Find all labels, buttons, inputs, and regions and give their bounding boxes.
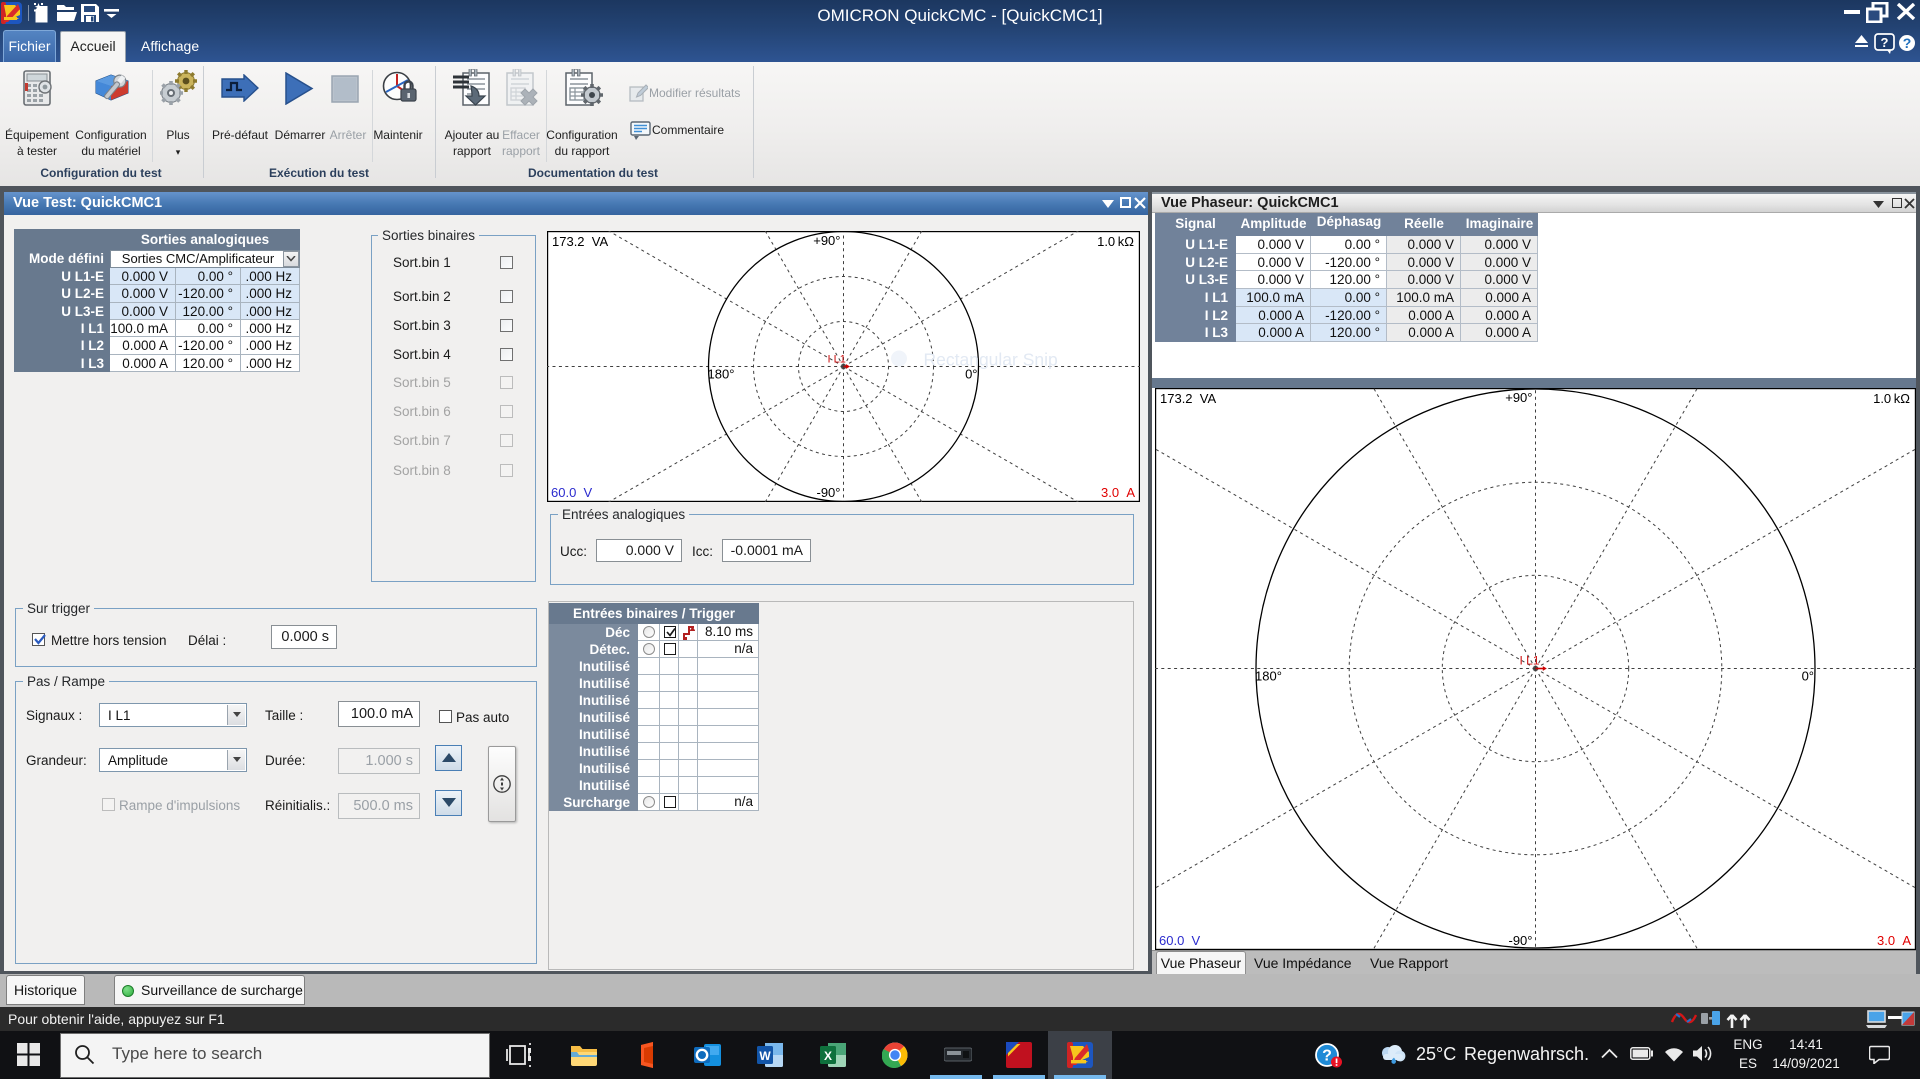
svg-text:X: X (824, 1049, 832, 1063)
svg-text:?: ? (1881, 35, 1889, 50)
svg-text:I L1: I L1 (1520, 654, 1540, 668)
svg-text:?: ? (1322, 1048, 1332, 1065)
svg-text:173.2 VA: 173.2 VA (552, 234, 608, 249)
svg-text:-90°: -90° (817, 485, 841, 500)
svg-text:+90°: +90° (1505, 390, 1532, 405)
svg-text:60.0 V: 60.0 V (1159, 933, 1201, 948)
svg-text:Rectangular Snip: Rectangular Snip (924, 350, 1058, 370)
svg-text:3.0 A: 3.0 A (1877, 933, 1911, 948)
svg-text:-90°: -90° (1509, 933, 1533, 948)
svg-text:?: ? (1903, 35, 1912, 51)
svg-text:180°: 180° (708, 367, 735, 382)
svg-text:0°: 0° (1802, 669, 1814, 684)
svg-text:3.0 A: 3.0 A (1101, 485, 1135, 500)
svg-text:+90°: +90° (813, 233, 840, 248)
svg-text:1.0 kΩ: 1.0 kΩ (1873, 391, 1910, 406)
svg-text:180°: 180° (1255, 669, 1282, 684)
svg-text:W: W (759, 1049, 771, 1063)
svg-text:1.0 kΩ: 1.0 kΩ (1097, 234, 1134, 249)
svg-text:I L1: I L1 (828, 354, 846, 366)
svg-text:173.2 VA: 173.2 VA (1160, 391, 1216, 406)
svg-text:60.0 V: 60.0 V (551, 485, 593, 500)
svg-text:0°: 0° (965, 367, 977, 382)
